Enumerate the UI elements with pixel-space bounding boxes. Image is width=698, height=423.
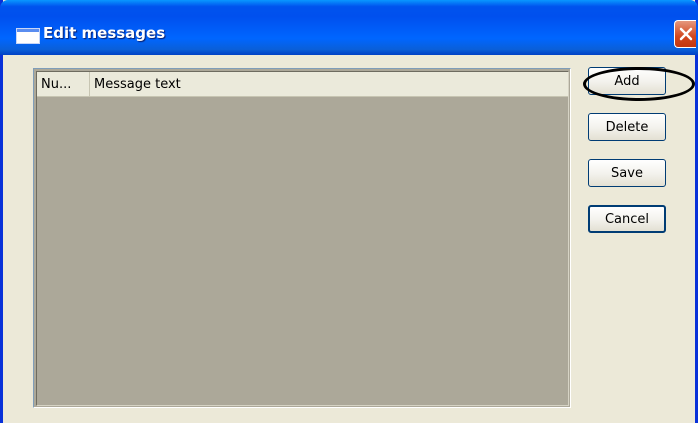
window-title: Edit messages (43, 24, 166, 42)
edit-messages-dialog: Edit messages Nu... Message text Add Del… (0, 0, 698, 423)
title-bar[interactable]: Edit messages (0, 0, 698, 55)
list-body[interactable] (37, 97, 568, 405)
window-icon (16, 28, 40, 44)
column-header-message-text[interactable]: Message text (90, 72, 569, 96)
close-icon (679, 27, 693, 41)
close-button[interactable] (674, 20, 696, 48)
column-header-number[interactable]: Nu... (37, 72, 90, 96)
cancel-button[interactable]: Cancel (588, 205, 666, 233)
list-header: Nu... Message text (37, 72, 568, 97)
messages-list-frame: Nu... Message text (36, 71, 569, 406)
save-button[interactable]: Save (588, 159, 666, 187)
delete-button[interactable]: Delete (588, 113, 666, 141)
messages-list[interactable]: Nu... Message text (33, 68, 571, 408)
add-button[interactable]: Add (588, 67, 666, 95)
